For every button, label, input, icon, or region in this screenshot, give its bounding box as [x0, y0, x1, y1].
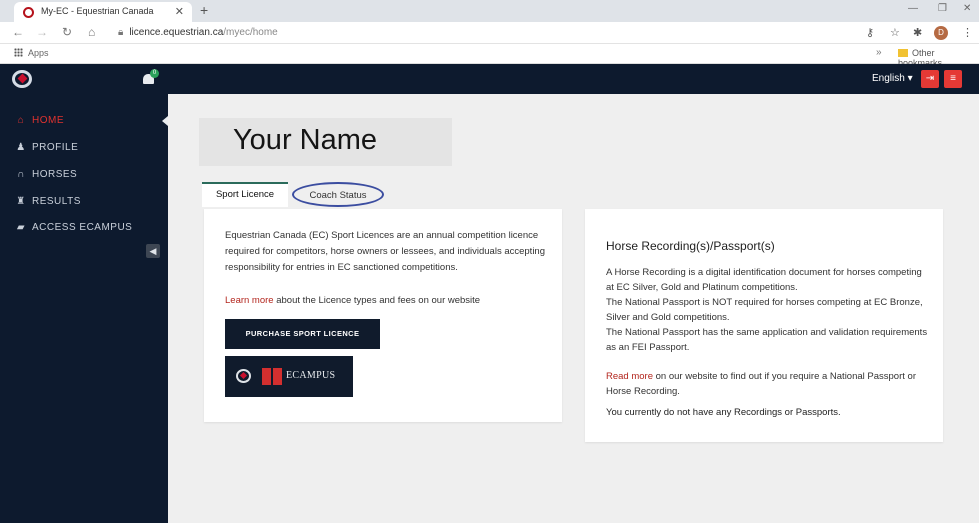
ecampus-button[interactable]: ECAMPUS [225, 356, 353, 397]
book-icon: ▰ [16, 222, 26, 233]
horseshoe-icon: ∩ [17, 169, 25, 180]
sidebar-item-ecampus[interactable]: ▰ ACCESS ECAMPUS [16, 222, 132, 236]
passport-status: You currently do not have any Recordings… [606, 407, 841, 418]
profile-avatar[interactable]: D [934, 26, 948, 40]
close-tab-icon[interactable]: ✕ [175, 5, 184, 18]
browser-tab-bar: My-EC - Equestrian Canada ✕ + — ❐ ✕ [0, 0, 979, 22]
tab-coach-status[interactable]: Coach Status [292, 182, 384, 207]
learn-more-text: about the Licence types and fees on our … [273, 295, 481, 306]
app-header: 0 English ▾ ⇥ ≡ [0, 64, 979, 94]
new-tab-icon[interactable]: + [200, 2, 208, 18]
user-name: Your Name [233, 124, 378, 156]
restore-icon[interactable]: ❐ [938, 3, 947, 14]
lock-icon: 🔒︎ [118, 27, 124, 38]
hamburger-icon: ≡ [950, 73, 956, 84]
open-book-icon [262, 368, 282, 385]
sport-licence-card: Equestrian Canada (EC) Sport Licences ar… [204, 209, 562, 422]
trophy-icon: ♜ [16, 196, 26, 207]
licence-description: Equestrian Canada (EC) Sport Licences ar… [225, 230, 545, 273]
sidebar-item-label: HOME [32, 115, 64, 126]
browser-tab[interactable]: My-EC - Equestrian Canada ✕ [14, 2, 192, 22]
apps-label: Apps [28, 48, 49, 58]
language-selector[interactable]: English ▾ [872, 73, 913, 84]
notifications-bell[interactable]: 0 [143, 69, 159, 85]
learn-more-link[interactable]: Learn more [225, 295, 274, 306]
menu-button[interactable]: ≡ [944, 70, 962, 88]
passport-para-recording: A Horse Recording is a digital identific… [606, 267, 922, 293]
bookmarks-overflow-icon[interactable]: » [876, 47, 882, 58]
passport-para-national: The National Passport is NOT required fo… [606, 297, 923, 323]
sidebar-item-label: ACCESS ECAMPUS [32, 222, 133, 233]
ec-logo[interactable] [12, 70, 32, 88]
sidebar-item-label: HORSES [32, 169, 78, 180]
main-content: Your Name Sport Licence Coach Status Equ… [168, 94, 979, 523]
read-more-link[interactable]: Read more [606, 371, 653, 382]
logout-button[interactable]: ⇥ [921, 70, 939, 88]
url-path: /myec/home [223, 27, 278, 38]
apps-grid-icon [14, 48, 23, 57]
url-field[interactable]: 🔒︎ licence.equestrian.ca/myec/home [118, 27, 278, 38]
sidebar: ⌂ HOME ♟ PROFILE ∩ HORSES ♜ RESULTS ▰ ACCESS … [0, 94, 168, 523]
back-icon[interactable]: ← [12, 25, 24, 39]
reload-icon[interactable]: ↻ [62, 25, 72, 39]
bookmarks-bar: Apps » Other bookmarks [0, 44, 979, 68]
screen: My-EC - Equestrian Canada ✕ + — ❐ ✕ ← → … [0, 0, 979, 523]
browser-tab-title: My-EC - Equestrian Canada [41, 6, 154, 16]
close-window-icon[interactable]: ✕ [963, 3, 971, 14]
apps-shortcut[interactable]: Apps [14, 48, 49, 58]
tab-sport-licence[interactable]: Sport Licence [202, 182, 288, 207]
collapse-arrow-icon: ◀ [149, 246, 157, 256]
read-more-line: Read more on our website to find out if … [606, 369, 931, 399]
passport-para-fei: The National Passport has the same appli… [606, 327, 928, 353]
learn-more-line: Learn more about the Licence types and f… [225, 295, 545, 306]
address-bar: ← → ↻ ⌂ 🔒︎ licence.equestrian.ca/myec/hom… [0, 22, 979, 44]
star-icon[interactable]: ☆ [890, 26, 900, 39]
minimize-icon[interactable]: — [908, 3, 918, 14]
sidebar-item-results[interactable]: ♜ RESULTS [16, 196, 81, 210]
purchase-sport-licence-button[interactable]: PURCHASE SPORT LICENCE [225, 319, 380, 349]
browser-menu-icon[interactable]: ⋮ [962, 26, 973, 39]
extensions-icon[interactable]: ✱ [913, 26, 922, 39]
sidebar-item-profile[interactable]: ♟ PROFILE [16, 142, 78, 156]
url-domain: licence.equestrian.ca [129, 27, 224, 38]
read-more-text: on our website to find out if you requir… [606, 371, 916, 397]
folder-icon [898, 49, 908, 57]
notification-badge: 0 [150, 69, 159, 78]
forward-icon[interactable]: → [36, 25, 48, 39]
favicon-icon [23, 7, 34, 18]
sidebar-item-horses[interactable]: ∩ HORSES [16, 169, 77, 183]
sidebar-item-label: RESULTS [32, 196, 81, 207]
passport-card: Horse Recording(s)/Passport(s) A Horse R… [585, 209, 943, 442]
sidebar-item-label: PROFILE [32, 142, 79, 153]
key-icon[interactable]: ⚷ [866, 26, 874, 39]
home-browser-icon[interactable]: ⌂ [88, 25, 95, 39]
user-icon: ♟ [16, 142, 26, 153]
sidebar-item-home[interactable]: ⌂ HOME [16, 115, 64, 129]
collapse-sidebar-button[interactable]: ◀ [146, 244, 160, 258]
ecampus-label: ECAMPUS [286, 370, 336, 381]
user-name-banner: Your Name [199, 118, 452, 166]
logout-icon: ⇥ [925, 73, 935, 84]
passport-title: Horse Recording(s)/Passport(s) [606, 239, 775, 253]
home-icon: ⌂ [17, 115, 25, 126]
